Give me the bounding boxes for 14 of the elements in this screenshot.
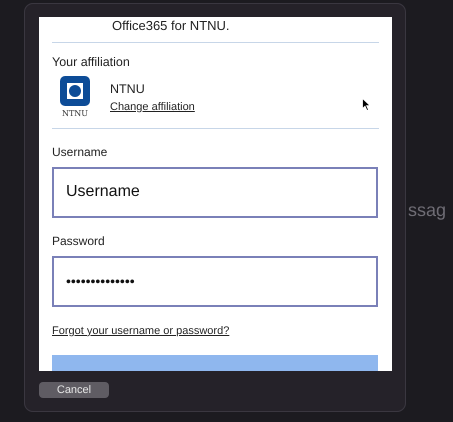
affiliation-name: NTNU: [110, 80, 146, 98]
section-heading: Your affiliation: [52, 54, 131, 71]
field-label: Password: [52, 232, 106, 250]
change-affiliation-link[interactable]: Change affiliation: [110, 98, 195, 115]
logo-caption: NTNU: [62, 108, 88, 120]
field-label: Username: [52, 144, 108, 161]
forgot-link[interactable]: Forgot your username or password?: [52, 322, 230, 340]
cancel-button[interactable]: Cancel: [39, 382, 109, 398]
username-field[interactable]: Username: [52, 166, 378, 218]
password-field[interactable]: ••••••••••••••: [52, 256, 378, 307]
cursor-icon: [362, 98, 371, 112]
intro-text: Office365 for NTNU.: [111, 17, 231, 35]
background-text: ssag: [408, 199, 446, 222]
logo-icon: [60, 76, 90, 106]
